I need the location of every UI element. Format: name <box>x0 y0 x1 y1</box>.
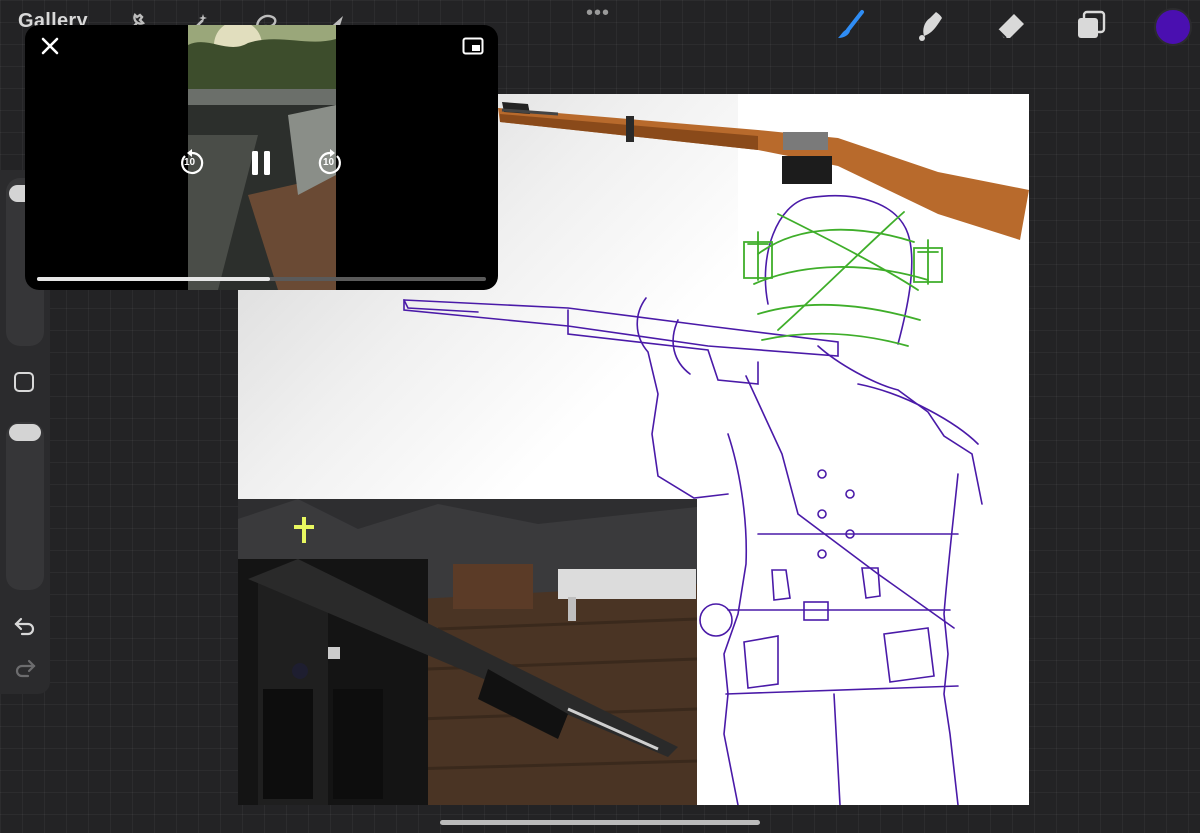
home-indicator[interactable] <box>440 820 760 825</box>
redo-icon[interactable] <box>13 658 37 678</box>
opacity-knob[interactable] <box>9 424 41 441</box>
brush-icon[interactable] <box>832 6 870 44</box>
skip-back-label: 10 <box>184 157 196 168</box>
undo-icon[interactable] <box>13 616 37 636</box>
skip-back-10-icon[interactable]: 10 <box>177 148 207 178</box>
skip-forward-label: 10 <box>323 157 335 168</box>
video-picture-in-picture[interactable]: 10 10 <box>25 25 498 290</box>
eraser-icon[interactable] <box>992 6 1030 44</box>
picture-in-picture-icon[interactable] <box>462 37 484 55</box>
square-modify-icon[interactable] <box>14 372 34 392</box>
video-progress-bar[interactable] <box>37 277 486 281</box>
video-progress-fill <box>37 277 271 281</box>
pause-icon[interactable] <box>246 148 276 178</box>
close-icon[interactable] <box>39 35 61 57</box>
color-picker-swatch[interactable] <box>1154 8 1192 46</box>
opacity-slider[interactable] <box>6 422 44 590</box>
smudge-icon[interactable] <box>912 6 950 44</box>
more-options-dots[interactable]: ••• <box>586 2 610 25</box>
skip-forward-10-icon[interactable]: 10 <box>315 148 345 178</box>
rifle-reference-photo <box>498 102 1029 240</box>
layers-icon[interactable] <box>1072 6 1110 44</box>
